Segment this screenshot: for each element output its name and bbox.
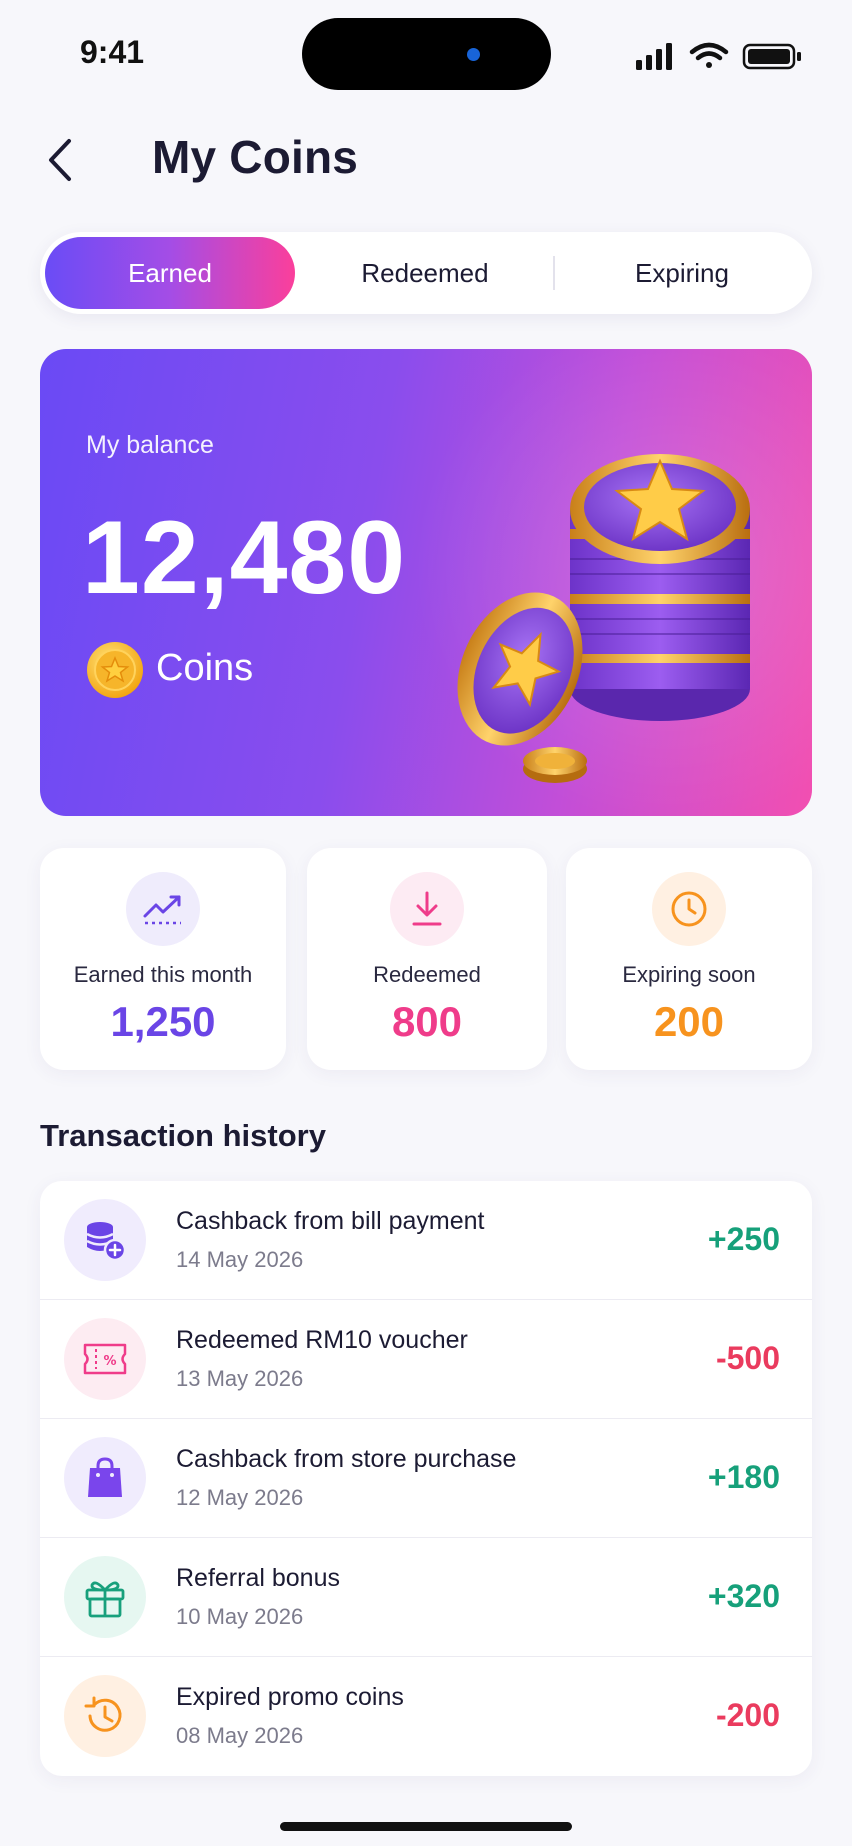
back-button[interactable]	[38, 132, 82, 188]
tab-expiring[interactable]: Expiring	[557, 237, 807, 309]
svg-text:%: %	[103, 1354, 116, 1369]
gift-icon	[64, 1556, 146, 1638]
transaction-title: Cashback from bill payment	[176, 1207, 485, 1235]
dynamic-island	[302, 18, 551, 90]
tab-earned[interactable]: Earned	[45, 237, 295, 309]
coins-add-icon	[64, 1199, 146, 1281]
stat-card-earned[interactable]: Earned this month 1,250	[40, 848, 286, 1070]
transaction-date: 14 May 2026	[176, 1247, 304, 1272]
balance-card: My balance 12,480 Coins	[40, 349, 812, 816]
balance-label: My balance	[86, 431, 214, 459]
stat-value: 200	[653, 998, 725, 1045]
stat-value: 800	[391, 998, 463, 1045]
transaction-title: Referral bonus	[176, 1564, 340, 1592]
transaction-amount: +250	[707, 1221, 780, 1257]
transaction-row[interactable]: Cashback from store purchase 12 May 2026…	[40, 1419, 812, 1538]
coin-stack-illustration	[457, 454, 750, 783]
status-icons	[636, 42, 801, 70]
stat-card-redeemed[interactable]: Redeemed 800	[307, 848, 547, 1070]
transaction-title: Cashback from store purchase	[176, 1445, 517, 1473]
page-title: My Coins	[152, 131, 359, 183]
signal-icon	[636, 43, 672, 70]
stat-label: Earned this month	[73, 962, 253, 987]
tab-divider	[553, 256, 555, 290]
stat-label: Redeemed	[373, 962, 481, 987]
chevron-left-icon	[49, 139, 71, 181]
segmented-tabs: Earned Redeemed Expiring	[40, 232, 812, 314]
transaction-amount: +180	[707, 1459, 780, 1495]
transaction-amount: -500	[715, 1340, 780, 1376]
status-bar: 9:41	[0, 0, 852, 100]
trend-up-icon	[126, 872, 200, 946]
stack-layers	[570, 454, 750, 721]
transaction-date: 13 May 2026	[176, 1366, 304, 1391]
transaction-amount: -200	[715, 1697, 780, 1733]
transaction-title: Redeemed RM10 voucher	[176, 1326, 468, 1354]
wifi-icon	[689, 42, 729, 68]
stat-value: 1,250	[110, 998, 216, 1045]
small-gold-coin	[523, 747, 587, 783]
transaction-row[interactable]: Cashback from bill payment 14 May 2026 +…	[40, 1181, 812, 1300]
transaction-date: 10 May 2026	[176, 1604, 304, 1629]
header: My Coins	[0, 120, 852, 200]
balance-unit: Coins	[156, 647, 254, 689]
transaction-date: 12 May 2026	[176, 1485, 304, 1510]
transaction-date: 08 May 2026	[176, 1723, 304, 1748]
transaction-title: Expired promo coins	[176, 1683, 404, 1711]
balance-value: 12,480	[82, 500, 407, 616]
camera-dot	[467, 48, 480, 61]
coin-icon	[87, 642, 143, 698]
shopping-bag-icon	[64, 1437, 146, 1519]
transaction-row[interactable]: % Redeemed RM10 voucher 13 May 2026 -500	[40, 1300, 812, 1419]
stat-card-expiring[interactable]: Expiring soon 200	[566, 848, 812, 1070]
home-indicator[interactable]	[280, 1822, 572, 1831]
transaction-list: Cashback from bill payment 14 May 2026 +…	[40, 1181, 812, 1776]
clock-icon	[652, 872, 726, 946]
status-time: 9:41	[80, 34, 145, 70]
history-clock-icon	[64, 1675, 146, 1757]
tab-redeemed[interactable]: Redeemed	[300, 237, 550, 309]
stat-label: Expiring soon	[622, 962, 756, 987]
transaction-row[interactable]: Referral bonus 10 May 2026 +320	[40, 1538, 812, 1657]
download-icon	[390, 872, 464, 946]
battery-icon	[742, 43, 801, 70]
section-title: Transaction history	[40, 1118, 326, 1153]
transaction-amount: +320	[707, 1578, 780, 1614]
voucher-icon: %	[64, 1318, 146, 1400]
transaction-row[interactable]: Expired promo coins 08 May 2026 -200	[40, 1657, 812, 1776]
